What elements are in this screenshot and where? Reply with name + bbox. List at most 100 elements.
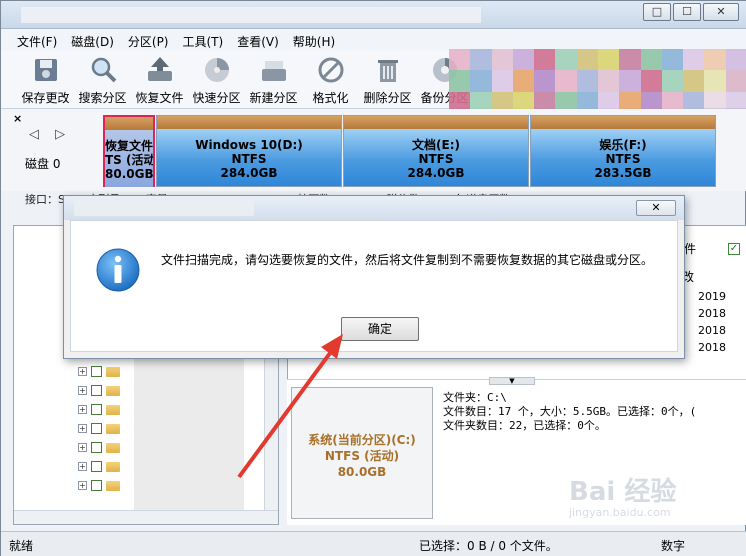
partition-cap [531,116,715,129]
ok-button[interactable]: 确定 [341,317,419,341]
tree-row[interactable]: + [78,442,120,453]
menu-disk[interactable]: 磁盘(D) [67,29,118,51]
tree-checkbox[interactable] [91,385,102,396]
window-controls: □ ☐ ✕ [643,3,739,21]
partition-e[interactable]: 文档(E:) NTFS 284.0GB [343,115,529,187]
delete-partition-button[interactable]: 删除分区 [359,51,416,109]
current-partition-name: 系统(当前分区)(C:) [308,433,416,447]
menu-tools[interactable]: 工具(T) [179,29,228,51]
tree-checkbox[interactable] [91,461,102,472]
tree-row[interactable]: + [78,480,120,491]
status-bar: 就绪 已选择：0 B / 0 个文件。 数字 [1,531,746,556]
mosaic-cell [683,70,705,92]
folder-icon [106,442,120,453]
menu-file[interactable]: 文件(F) [13,29,61,51]
partition-size: 284.0GB [407,166,465,180]
tree-horizontal-scrollbar[interactable] [14,510,278,524]
search-partition-button[interactable]: 搜索分区 [74,51,131,109]
partition-body: Windows 10(D:) NTFS 284.0GB [157,129,341,186]
folder-details: 文件夹：C:\ 文件数目：17 个，大小：5.5GB。已选择：0个，( 文件夹数… [443,391,696,433]
close-button[interactable]: ✕ [703,3,739,21]
tree-checkbox[interactable] [91,442,102,453]
mosaic-cell [534,49,556,71]
expand-icon[interactable]: + [78,481,87,490]
mosaic-cell [555,70,577,92]
mosaic-cell [661,70,684,92]
splitter-toggle[interactable]: ▼ [489,377,535,385]
menu-partition[interactable]: 分区(P) [124,29,173,51]
date-cell: 2018 [698,324,726,337]
tool-label: 恢复文件 [135,91,184,105]
watermark-main: Bai 经验 [569,477,677,507]
new-partition-button[interactable]: 新建分区 [245,51,302,109]
menu-help[interactable]: 帮助(H) [289,29,339,51]
status-selection: 已选择：0 B / 0 个文件。 [419,539,558,553]
close-disk-panel-icon[interactable]: × [13,112,22,125]
current-partition-box: 系统(当前分区)(C:) NTFS (活动) 80.0GB [291,387,433,519]
expand-icon[interactable]: + [78,462,87,471]
quick-partition-button[interactable]: 快速分区 [188,51,245,109]
dialog-message: 文件扫描完成，请勾选要恢复的文件，然后将文件复制到不需要恢复数据的其它磁盘或分区… [161,253,654,267]
partition-d[interactable]: Windows 10(D:) NTFS 284.0GB [156,115,342,187]
partition-cap [105,117,153,130]
save-button[interactable]: 保存更改 [17,51,74,109]
date-cell: 2018 [698,341,726,354]
dialog-close-button[interactable]: ✕ [636,200,676,216]
expand-icon[interactable]: + [78,386,87,395]
mosaic-cell [704,70,726,92]
folder-icon [106,423,120,434]
minimize-button[interactable]: □ [643,3,671,21]
format-button[interactable]: 格式化 [302,51,359,109]
mosaic-cell [470,49,492,71]
tree-checkbox[interactable] [91,423,102,434]
app-window: □ ☐ ✕ 文件(F) 磁盘(D) 分区(P) 工具(T) 查看(V) 帮助(H… [0,0,746,556]
partition-f[interactable]: 娱乐(F:) NTFS 283.5GB [530,115,716,187]
partition-fs: NTFS [605,152,641,166]
expand-icon[interactable]: + [78,443,87,452]
menu-bar: 文件(F) 磁盘(D) 分区(P) 工具(T) 查看(V) 帮助(H) [1,29,746,51]
expand-icon[interactable]: + [78,367,87,376]
select-all-checkbox[interactable]: ✓ [728,243,740,255]
mosaic-cell [619,70,641,92]
disk-label: 磁盘 0 [25,157,61,171]
recover-icon [147,57,172,81]
tree-row[interactable]: + [78,404,120,415]
mosaic-cell [661,49,684,71]
partition-body: 文档(E:) NTFS 284.0GB [344,129,528,186]
tree-row[interactable]: + [78,385,120,396]
watermark-sub: jingyan.baidu.com [569,506,671,519]
expand-icon[interactable]: + [78,424,87,433]
mosaic-cell [640,70,662,92]
tree-checkbox[interactable] [91,404,102,415]
tree-row[interactable]: + [78,423,120,434]
tree-checkbox[interactable] [91,480,102,491]
partition-recover[interactable]: 恢复文件 TS (活动 80.0GB [103,115,155,187]
status-ready: 就绪 [9,539,34,553]
mosaic-cell [576,70,598,92]
expand-icon[interactable]: + [78,405,87,414]
mosaic-cell [598,49,620,71]
status-numlock: 数字 [661,539,686,553]
partition-fs: NTFS [418,152,454,166]
format-icon [318,57,343,83]
tree-row[interactable]: + [78,461,120,472]
folder-icon [106,366,120,377]
partition-body: 娱乐(F:) NTFS 283.5GB [531,129,715,186]
mosaic-cell [555,49,577,71]
folder-icon [106,404,120,415]
tool-label: 快速分区 [192,91,241,105]
quick-partition-icon [204,58,229,82]
mosaic-cell [512,49,535,71]
menu-view[interactable]: 查看(V) [233,29,283,51]
recover-files-button[interactable]: 恢复文件 [131,51,188,109]
dialog-content: 文件扫描完成，请勾选要恢复的文件，然后将文件复制到不需要恢复数据的其它磁盘或分区… [70,220,678,352]
partition-name: 恢复文件 [105,139,153,153]
mosaic-cell [534,70,556,92]
disk-nav-arrows[interactable]: ◁ ▷ [29,127,71,142]
tool-label: 新建分区 [249,91,298,105]
mosaic-cell [576,49,598,71]
tree-checkbox[interactable] [91,366,102,377]
folder-icon [106,480,120,491]
maximize-button[interactable]: ☐ [673,3,701,21]
tree-row[interactable]: + [78,366,120,377]
